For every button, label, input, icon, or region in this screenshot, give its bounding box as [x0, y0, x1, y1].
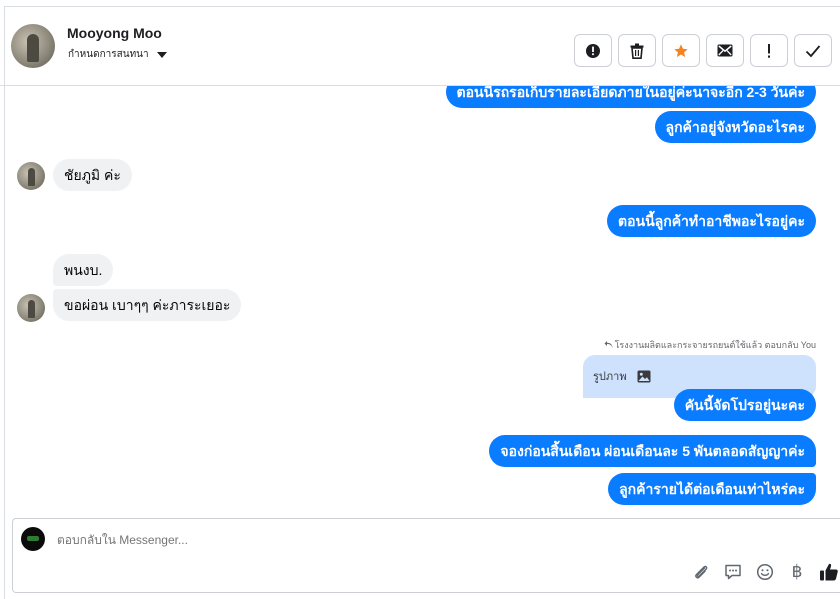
emoji-button[interactable]	[754, 561, 776, 583]
star-icon	[674, 43, 688, 57]
message-bubble-outgoing[interactable]: ลูกค้าอยู่จังหวัดอะไรคะ	[654, 111, 816, 143]
check-icon	[805, 44, 821, 57]
message-input[interactable]	[57, 533, 657, 547]
quoted-image-label: รูปภาพ	[593, 371, 627, 383]
star-button[interactable]	[662, 34, 700, 67]
message-bubble-outgoing[interactable]: ตอนนี้ลูกค้าทำอาชีพอะไรอยู่คะ	[607, 205, 816, 237]
baht-icon: ฿	[791, 562, 803, 582]
quoted-image-label-row: รูปภาพ	[593, 367, 651, 385]
message-bubble-incoming[interactable]: พนงบ.	[53, 254, 114, 286]
conversation-status-label: กำหนดการสนทนา	[68, 49, 149, 60]
contact-avatar-small[interactable]	[17, 162, 45, 190]
thumbs-up-icon	[820, 563, 838, 581]
mark-unread-button[interactable]	[706, 34, 744, 67]
contact-avatar-small[interactable]	[17, 294, 45, 322]
message-bubble-outgoing[interactable]: คันนี้จัดโปรอยู่นะคะ	[673, 389, 816, 421]
image-icon	[637, 370, 651, 382]
payment-button[interactable]: ฿	[786, 561, 808, 583]
alert-circle-icon	[586, 43, 600, 58]
message-bubble-incoming[interactable]: ชัยภูมิ ค่ะ	[53, 159, 132, 191]
conversation-status-dropdown[interactable]: กำหนดการสนทนา	[68, 47, 167, 62]
attach-button[interactable]	[690, 561, 712, 583]
trash-icon	[630, 43, 644, 59]
composer-toolbar: ฿	[690, 561, 840, 583]
delete-button[interactable]	[618, 34, 656, 67]
message-bubble-outgoing[interactable]: ตอนนี้รถรอเก็บรายละเอียดภายในอยู่ค่ะนาจะ…	[445, 86, 816, 108]
message-bubble-incoming[interactable]: ขอผ่อน เบาๆๆ ค่ะภาระเยอะ	[53, 289, 242, 321]
like-button[interactable]	[818, 561, 840, 583]
paperclip-icon	[695, 565, 708, 579]
message-bubble-outgoing[interactable]: จองก่อนสิ้นเดือน ผ่อนเดือนละ 5 พันตลอดสั…	[489, 435, 816, 467]
contact-name[interactable]: Mooyong Moo	[67, 25, 162, 41]
reply-arrow-icon	[604, 341, 613, 349]
done-button[interactable]	[794, 34, 832, 67]
reply-context-note: โรงงานผลิตและกระจายรถยนต์ใช้แล้ว ตอบกลับ…	[604, 338, 816, 352]
caret-down-icon	[156, 51, 167, 58]
speech-bubble-icon	[725, 564, 741, 580]
reply-composer: ฿	[12, 518, 840, 593]
contact-avatar[interactable]	[11, 24, 55, 68]
message-thread[interactable]: ตอนนี้รถรอเก็บรายละเอียดภายในอยู่ค่ะนาจะ…	[0, 86, 840, 516]
reply-context-text: โรงงานผลิตและกระจายรถยนต์ใช้แล้ว ตอบกลับ…	[614, 340, 816, 350]
conversation-header: Mooyong Moo กำหนดการสนทนา	[0, 6, 840, 86]
important-button[interactable]	[750, 34, 788, 67]
header-actions	[574, 34, 832, 67]
smiley-icon	[756, 563, 774, 581]
saved-replies-button[interactable]	[722, 561, 744, 583]
messenger-inbox-view: Mooyong Moo กำหนดการสนทนา ตอนนี้รถรอเก็บ…	[0, 0, 840, 599]
spam-button[interactable]	[574, 34, 612, 67]
envelope-icon	[717, 44, 733, 57]
message-bubble-outgoing[interactable]: ลูกค้ารายได้ต่อเดือนเท่าไหร่คะ	[608, 473, 816, 505]
page-avatar	[21, 527, 45, 551]
exclamation-icon	[768, 43, 770, 58]
